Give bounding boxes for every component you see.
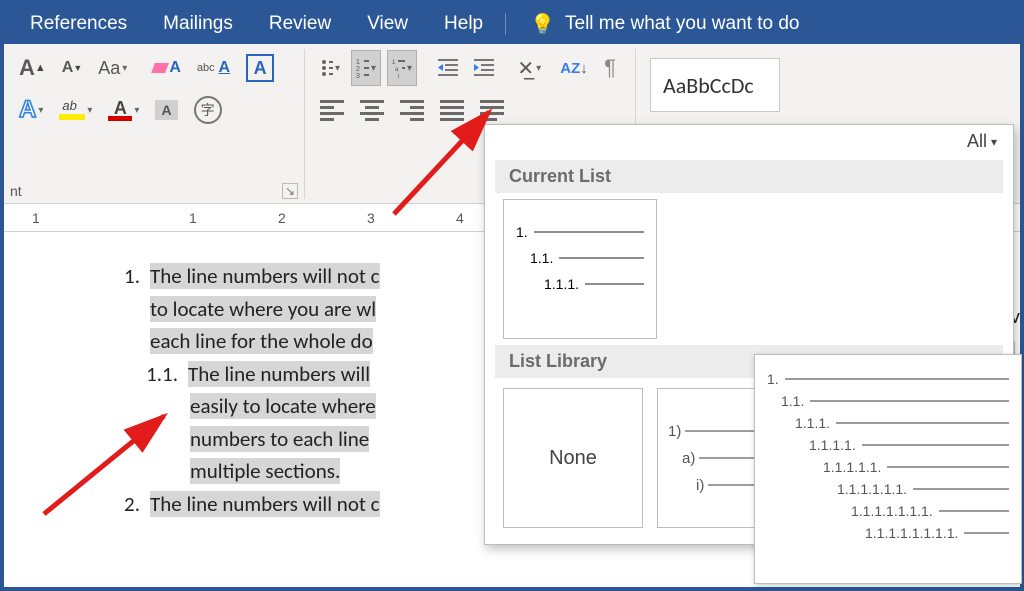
increase-indent-button[interactable] — [469, 50, 499, 86]
sort-button[interactable]: AZ↓ — [559, 50, 589, 86]
font-group-label: nt — [10, 183, 22, 199]
text-selection: The line numbers will — [188, 361, 370, 387]
align-right-button[interactable] — [395, 92, 429, 128]
list-number: 1.1. — [94, 358, 188, 391]
enclose-characters-button[interactable]: 字 — [189, 92, 227, 128]
section-current-list: Current List — [495, 160, 1003, 193]
all-filter-dropdown[interactable]: All▾ — [967, 131, 997, 152]
numbering-icon: 123 — [356, 58, 369, 78]
svg-text:2: 2 — [356, 66, 360, 73]
level-label: 1. — [516, 224, 528, 240]
text-selection: multiple sections. — [190, 458, 340, 484]
tab-references[interactable]: References — [12, 4, 145, 44]
justify-icon — [440, 100, 464, 121]
increase-indent-icon — [474, 59, 494, 77]
change-case-button[interactable]: Aa▾ — [93, 50, 132, 86]
text-selection: to locate where you are wl — [150, 296, 376, 322]
font-color-button[interactable]: A▾ — [103, 92, 144, 128]
tab-review[interactable]: Review — [251, 4, 349, 44]
grow-font-button[interactable]: A▲ — [14, 50, 51, 86]
text-selection: The line numbers will not c — [150, 263, 380, 289]
decrease-indent-button[interactable] — [433, 50, 463, 86]
level-label: a) — [682, 450, 695, 467]
align-center-button[interactable] — [355, 92, 389, 128]
text-selection: The line numbers will not c — [150, 491, 380, 517]
shrink-font-button[interactable]: A▼ — [57, 50, 87, 86]
level-label: 1.1.1. — [544, 276, 579, 292]
svg-text:1: 1 — [356, 59, 360, 66]
character-border-button[interactable]: A — [241, 50, 279, 86]
ruler-tick: 1 — [32, 210, 40, 226]
phonetic-guide-button[interactable]: abc A — [192, 50, 235, 86]
svg-text:3: 3 — [356, 73, 360, 78]
text-selection: numbers to each line — [190, 426, 369, 452]
justify-button[interactable] — [435, 92, 469, 128]
align-right-icon — [400, 100, 424, 121]
decrease-indent-icon — [438, 59, 458, 77]
style-preview-normal[interactable]: AaBbCcDc — [650, 58, 780, 112]
align-left-icon — [320, 100, 344, 121]
font-group: A▲ A▼ Aa▾ A abc A A A▾ ▾ A▾ A 字 nt ↘ — [4, 44, 304, 203]
svg-text:i: i — [398, 74, 399, 78]
text-effects-button[interactable]: A▾ — [14, 92, 48, 128]
tab-mailings[interactable]: Mailings — [145, 4, 251, 44]
highlighter-icon — [59, 100, 85, 120]
text-selection: each line for the whole do — [150, 328, 373, 354]
list-preview-tooltip: 1. 1.1. 1.1.1. 1.1.1.1. 1.1.1.1.1. 1.1.1… — [754, 354, 1022, 584]
level-label: 1) — [668, 423, 681, 440]
ruler-tick: 1 — [189, 210, 197, 226]
current-list-thumb[interactable]: 1. 1.1. 1.1.1. — [503, 199, 657, 339]
level-label: 1.1. — [530, 250, 553, 266]
align-center-icon — [360, 100, 384, 121]
level-label: i) — [696, 477, 704, 494]
ruler-tick: 4 — [456, 210, 464, 226]
list-number: 1. — [94, 260, 150, 293]
list-number: 2. — [94, 488, 150, 521]
text-selection: easily to locate where — [190, 393, 376, 419]
align-left-button[interactable] — [315, 92, 349, 128]
svg-text:a: a — [395, 67, 399, 73]
tab-view[interactable]: View — [349, 4, 426, 44]
ribbon-tabs-bar: References Mailings Review View Help 💡 T… — [4, 4, 1020, 44]
distributed-icon — [480, 100, 504, 121]
lightbulb-icon: 💡 — [530, 12, 555, 37]
asian-layout-button[interactable]: ✕̲▾ — [514, 50, 544, 86]
font-dialog-launcher-icon[interactable]: ↘ — [282, 183, 298, 199]
ruler-tick: 3 — [367, 210, 375, 226]
ruler-tick: 2 — [278, 210, 286, 226]
svg-text:1: 1 — [392, 60, 396, 66]
multilevel-list-button[interactable]: 1ai▾ — [387, 50, 417, 86]
clear-formatting-button[interactable]: A — [148, 50, 186, 86]
pilcrow-icon: ¶ — [604, 55, 616, 81]
tab-help[interactable]: Help — [426, 4, 501, 44]
show-hide-paragraph-button[interactable]: ¶ — [595, 50, 625, 86]
separator — [505, 13, 506, 35]
tell-me-search[interactable]: Tell me what you want to do — [565, 13, 799, 35]
highlight-color-button[interactable]: ▾ — [54, 92, 97, 128]
bullets-icon — [320, 58, 333, 78]
numbering-button[interactable]: 123▾ — [351, 50, 381, 86]
distributed-button[interactable] — [475, 92, 509, 128]
character-shading-button[interactable]: A — [150, 92, 182, 128]
multilevel-list-icon: 1ai — [392, 58, 405, 78]
list-library-none[interactable]: None — [503, 388, 643, 528]
bullets-button[interactable]: ▾ — [315, 50, 345, 86]
